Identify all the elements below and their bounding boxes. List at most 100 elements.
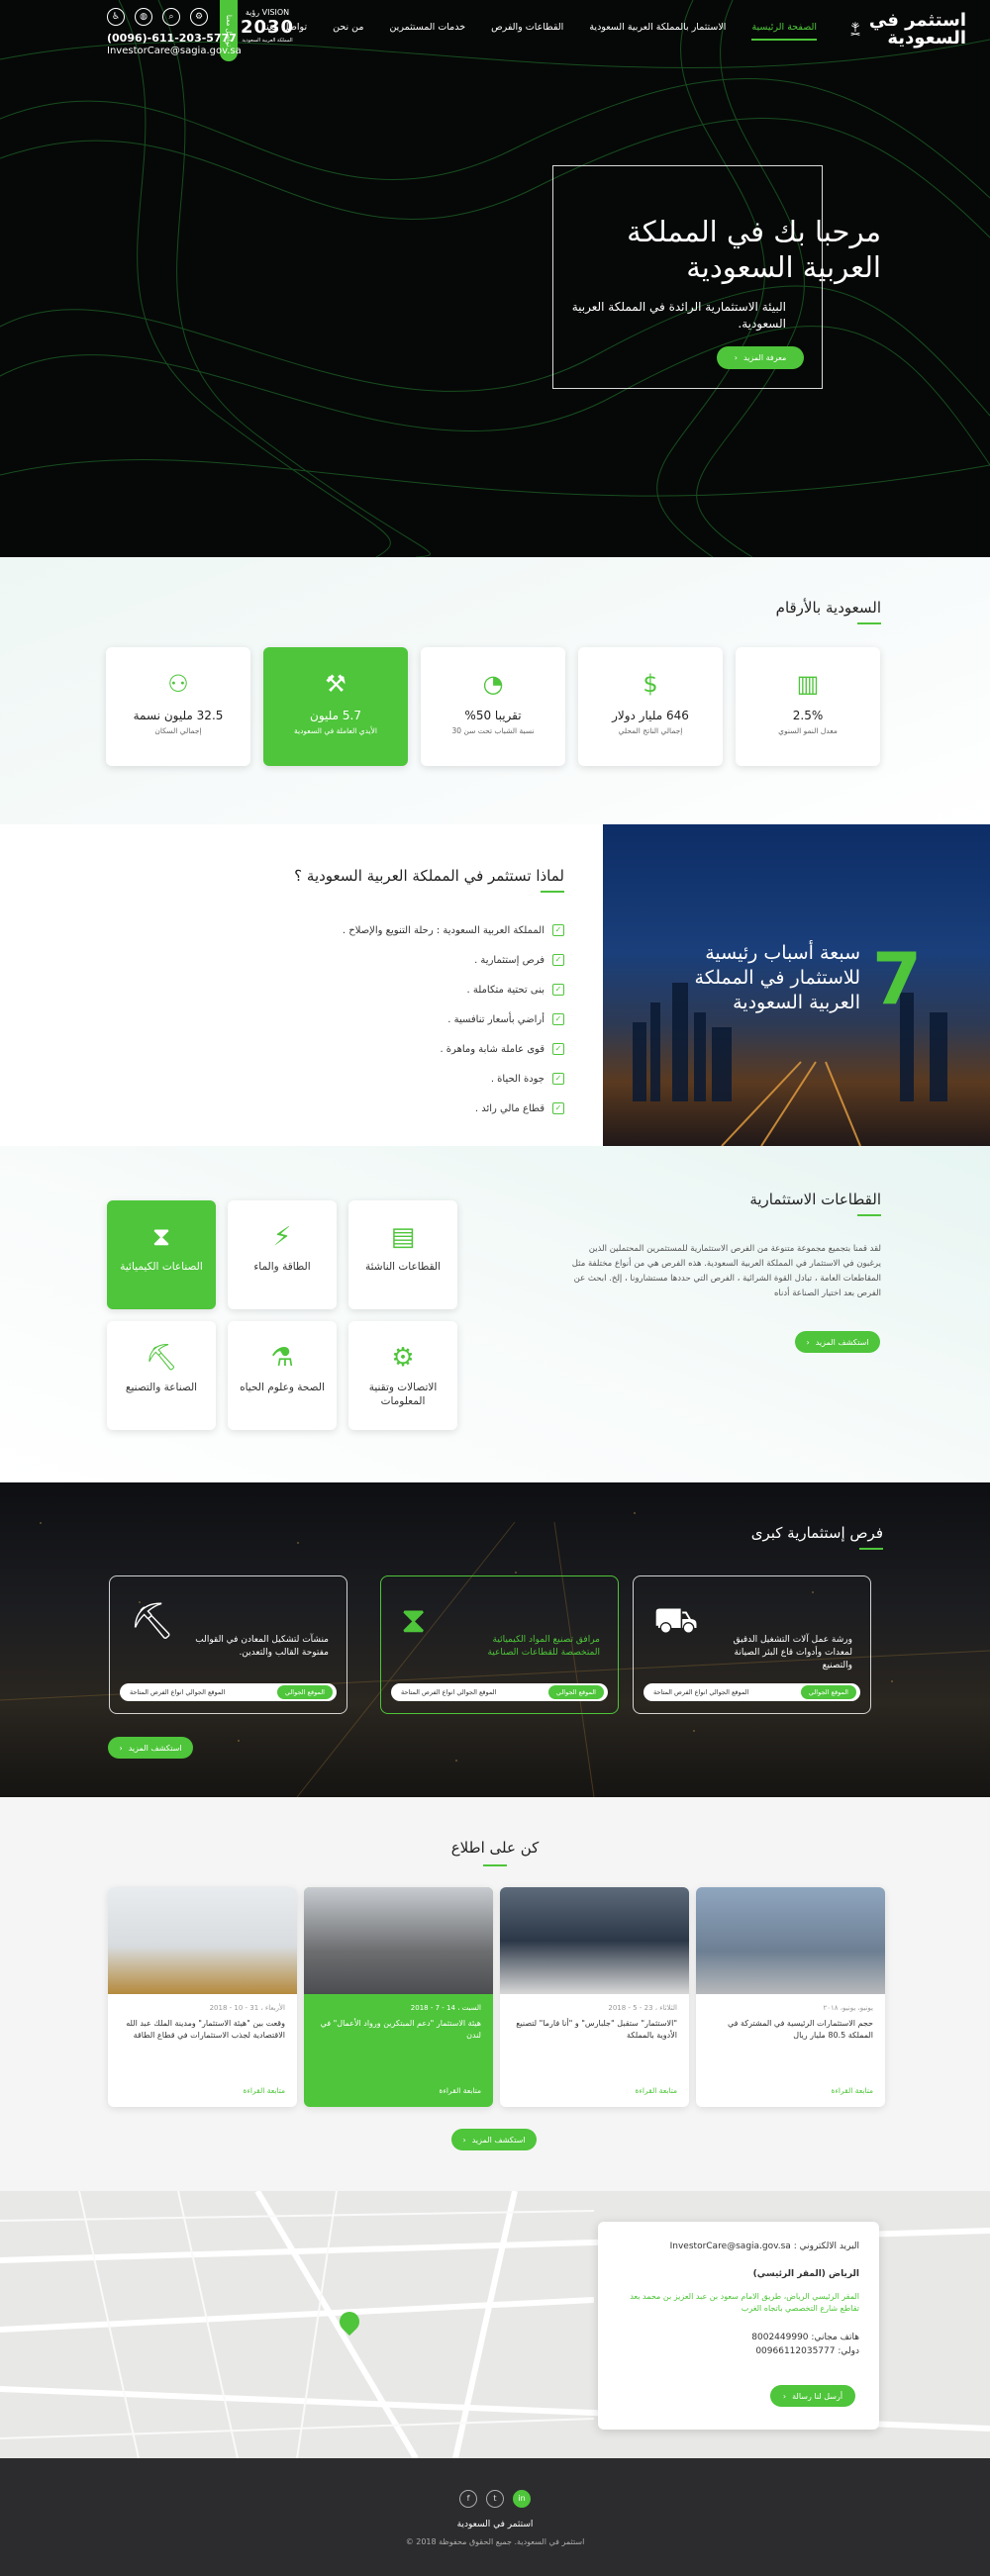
stat-card[interactable]: ⚇ 32.5 مليون نسمة إجمالي السكان xyxy=(106,647,250,766)
facebook-icon[interactable]: f xyxy=(459,2490,477,2508)
email-label: البريد الالكتروني : xyxy=(793,2242,859,2251)
phone-label: هاتف مجاني: xyxy=(811,2333,859,2342)
linkedin-icon[interactable]: in xyxy=(513,2490,531,2508)
sector-label: الاتصالات وتقنية المعلومات xyxy=(368,1382,438,1407)
why-list: ✓ المملكة العربية السعودية : رحلة التنويع… xyxy=(307,915,564,1123)
header-phone[interactable]: (0096)-611-203-5777 xyxy=(107,32,242,45)
opportunity-link: الموقع الجوالي انواع الفرص المتاحة xyxy=(401,1688,497,1696)
gear-icon[interactable]: ⚙ xyxy=(190,8,208,26)
sector-label: الصحة وعلوم الحياه xyxy=(240,1382,325,1393)
news-headline: "الاستثمار" ستقبل "جلبارس" و "أنا فارما"… xyxy=(516,2019,677,2040)
stat-value: تقريبا 50% xyxy=(464,709,522,722)
chevron-left-icon: ‹ xyxy=(734,353,738,362)
header-icons: ⚙ ⌕ ◍ ♿ xyxy=(107,8,208,26)
news-more-button[interactable]: استكشف المزيد ‹ xyxy=(451,2129,537,2150)
why-title: لماذا تستثمر في المملكة العربية السعودية… xyxy=(294,867,564,893)
news-card-selected[interactable]: السبت ، 14 - 7 - 2018 هيئة الاستثمار "دع… xyxy=(304,1887,493,2107)
list-item: ✓ جودة الحياة . xyxy=(307,1064,564,1094)
news-card[interactable]: الثلاثاء ، 23 - 5 - 2018 "الاستثمار" ستق… xyxy=(500,1887,689,2107)
location-badge: الموقع الجوالي xyxy=(800,1685,856,1699)
list-item: ✓ أراضي بأسعار تنافسية . xyxy=(307,1004,564,1034)
why-item-text: المملكة العربية السعودية : رحلة التنويع … xyxy=(342,924,544,936)
opportunity-card-selected[interactable]: ⧗ مرافق تصنيع المواد الكيميائية المتخصصة… xyxy=(380,1575,619,1714)
read-more-link[interactable]: متابعة القراءة xyxy=(831,2086,873,2095)
office-name: الرياض (المقر الرئيسي) xyxy=(752,2269,859,2279)
microscope-icon: ⚗ xyxy=(270,1343,294,1373)
opportunity-bar[interactable]: الموقع الجوالي الموقع الجوالي انواع الفرص… xyxy=(644,1683,860,1701)
news-date: الثلاثاء ، 23 - 5 - 2018 xyxy=(608,2004,677,2012)
nav-investor-services[interactable]: خدمات المستثمرين xyxy=(389,22,465,41)
news-card[interactable]: الأربعاء ، 31 - 10 - 2018 وقعت بين "هيئة… xyxy=(108,1887,297,2107)
nav-about[interactable]: من نحن xyxy=(333,22,363,41)
sector-card-selected[interactable]: ⧗ الصناعات الكيميائية xyxy=(107,1200,216,1309)
sector-label: الصناعة والتصنيع xyxy=(125,1382,198,1393)
opportunity-bar[interactable]: الموقع الجوالي الموقع الجوالي انواع الفرص… xyxy=(391,1683,608,1701)
energy-icon: ⚡ xyxy=(272,1222,292,1252)
news-date: السبت ، 14 - 7 - 2018 xyxy=(410,2004,481,2012)
nav-invest-ksa[interactable]: الاستثمار بالمملكة العربية السعودية xyxy=(589,22,726,41)
check-icon: ✓ xyxy=(552,1013,564,1025)
stat-card[interactable]: ◔ تقريبا 50% نسبة الشباب تحت سن 30 xyxy=(421,647,565,766)
contact-email[interactable]: InvestorCare@sagia.gov.sa xyxy=(670,2242,791,2251)
news-image xyxy=(304,1887,493,1994)
chevron-left-icon: ‹ xyxy=(806,1337,810,1347)
site-logo[interactable]: استثمر في السعودية xyxy=(849,10,966,49)
read-more-link[interactable]: متابعة القراءة xyxy=(635,2086,677,2095)
header-email[interactable]: InvestorCare@sagia.gov.sa xyxy=(107,45,242,57)
check-icon: ✓ xyxy=(552,1073,564,1085)
read-more-link[interactable]: متابعة القراءة xyxy=(243,2086,285,2095)
sector-card[interactable]: ⛏ الصناعة والتصنيع xyxy=(107,1321,216,1430)
contact-intl-phone[interactable]: 00966112035777 xyxy=(755,2346,835,2356)
news-more-label: استكشف المزيد xyxy=(471,2135,526,2145)
read-more-link[interactable]: متابعة القراءة xyxy=(439,2086,481,2095)
nav-sectors[interactable]: القطاعات والفرص xyxy=(491,22,563,41)
twitter-icon[interactable]: t xyxy=(486,2490,504,2508)
opportunities-more-button[interactable]: استكشف المزيد ‹ xyxy=(108,1737,193,1759)
header-contact: (0096)-611-203-5777 InvestorCare@sagia.g… xyxy=(107,32,242,57)
hero-section: مرحبا بك في المملكة العربية السعودية الب… xyxy=(0,0,990,557)
opportunity-card[interactable]: ⛏ منشآت لتشكيل المعادن في القوالب مفتوحة… xyxy=(109,1575,347,1714)
send-message-button[interactable]: أرسل لنا رسالة ‹ xyxy=(770,2385,855,2407)
logo-text: استثمر في السعودية xyxy=(868,10,966,48)
stat-card[interactable]: ▥ 2.5% معدل النمو السنوي xyxy=(736,647,880,766)
check-icon: ✓ xyxy=(552,1102,564,1114)
sector-card[interactable]: ⚡ الطاقة والماء xyxy=(228,1200,337,1309)
opportunity-link: الموقع الجوالي انواع الفرص المتاحة xyxy=(130,1688,226,1696)
sector-card[interactable]: ⚗ الصحة وعلوم الحياه xyxy=(228,1321,337,1430)
why-item-text: أراضي بأسعار تنافسية . xyxy=(447,1013,544,1025)
stat-card[interactable]: $646 مليار دولار إجمالي الناتج المحلي xyxy=(578,647,723,766)
nav-home[interactable]: الصفحة الرئيسية xyxy=(751,22,817,41)
news-card[interactable]: يونيو، يونيو، ٢٠١٨ حجم الاستثمارات الرئي… xyxy=(696,1887,885,2107)
accessibility-icon[interactable]: ♿ xyxy=(107,8,125,26)
main-nav: الصفحة الرئيسية الاستثمار بالمملكة العرب… xyxy=(263,22,817,41)
chevron-left-icon: ‹ xyxy=(782,2391,787,2401)
chart-icon: ▥ xyxy=(796,670,820,698)
check-icon: ✓ xyxy=(552,924,564,936)
building-icon: ▤ xyxy=(390,1222,416,1252)
why-item-text: قوى عاملة شابة وماهرة . xyxy=(440,1043,544,1055)
sector-card[interactable]: ▤ القطاعات الناشئة xyxy=(348,1200,457,1309)
sectors-more-button[interactable]: استكشف المزيد ‹ xyxy=(795,1331,880,1353)
search-icon[interactable]: ⌕ xyxy=(162,8,180,26)
globe-icon[interactable]: ◍ xyxy=(135,8,152,26)
contact-phone[interactable]: 8002449990 xyxy=(751,2333,808,2342)
opportunity-text: مرافق تصنيع المواد الكيميائية المتخصصة ل… xyxy=(487,1635,600,1658)
stat-card-selected[interactable]: ⚒ 5.7 مليون الأيدي العاملة في السعودية xyxy=(263,647,408,766)
sector-label: الصناعات الكيميائية xyxy=(120,1261,203,1273)
hero-more-button[interactable]: معرفة المزيد ‹ xyxy=(717,346,804,369)
check-icon: ✓ xyxy=(552,954,564,966)
opportunity-card[interactable]: ⛟ ورشة عمل آلات التشغيل الدقيق لمعدات وأ… xyxy=(633,1575,871,1714)
hero-more-label: معرفة المزيد xyxy=(742,353,787,362)
network-icon: ⚙ xyxy=(391,1343,415,1373)
news-image xyxy=(108,1887,297,1994)
stat-value: 2.5% xyxy=(792,709,824,722)
intl-label: دولي: xyxy=(838,2346,859,2356)
palm-swords-icon xyxy=(850,22,860,36)
why-item-text: قطاع مالي رائد . xyxy=(474,1102,544,1114)
opportunity-bar[interactable]: الموقع الجوالي الموقع الجوالي انواع الفرص… xyxy=(120,1683,337,1701)
stat-value: 646 مليار دولار xyxy=(612,709,689,722)
header: استثمر في السعودية الصفحة الرئيسية الاست… xyxy=(0,0,990,61)
news-date: يونيو، يونيو، ٢٠١٨ xyxy=(823,2004,874,2012)
sector-card[interactable]: ⚙ الاتصالات وتقنية المعلومات xyxy=(348,1321,457,1430)
send-message-label: أرسل لنا رسالة xyxy=(792,2391,843,2401)
